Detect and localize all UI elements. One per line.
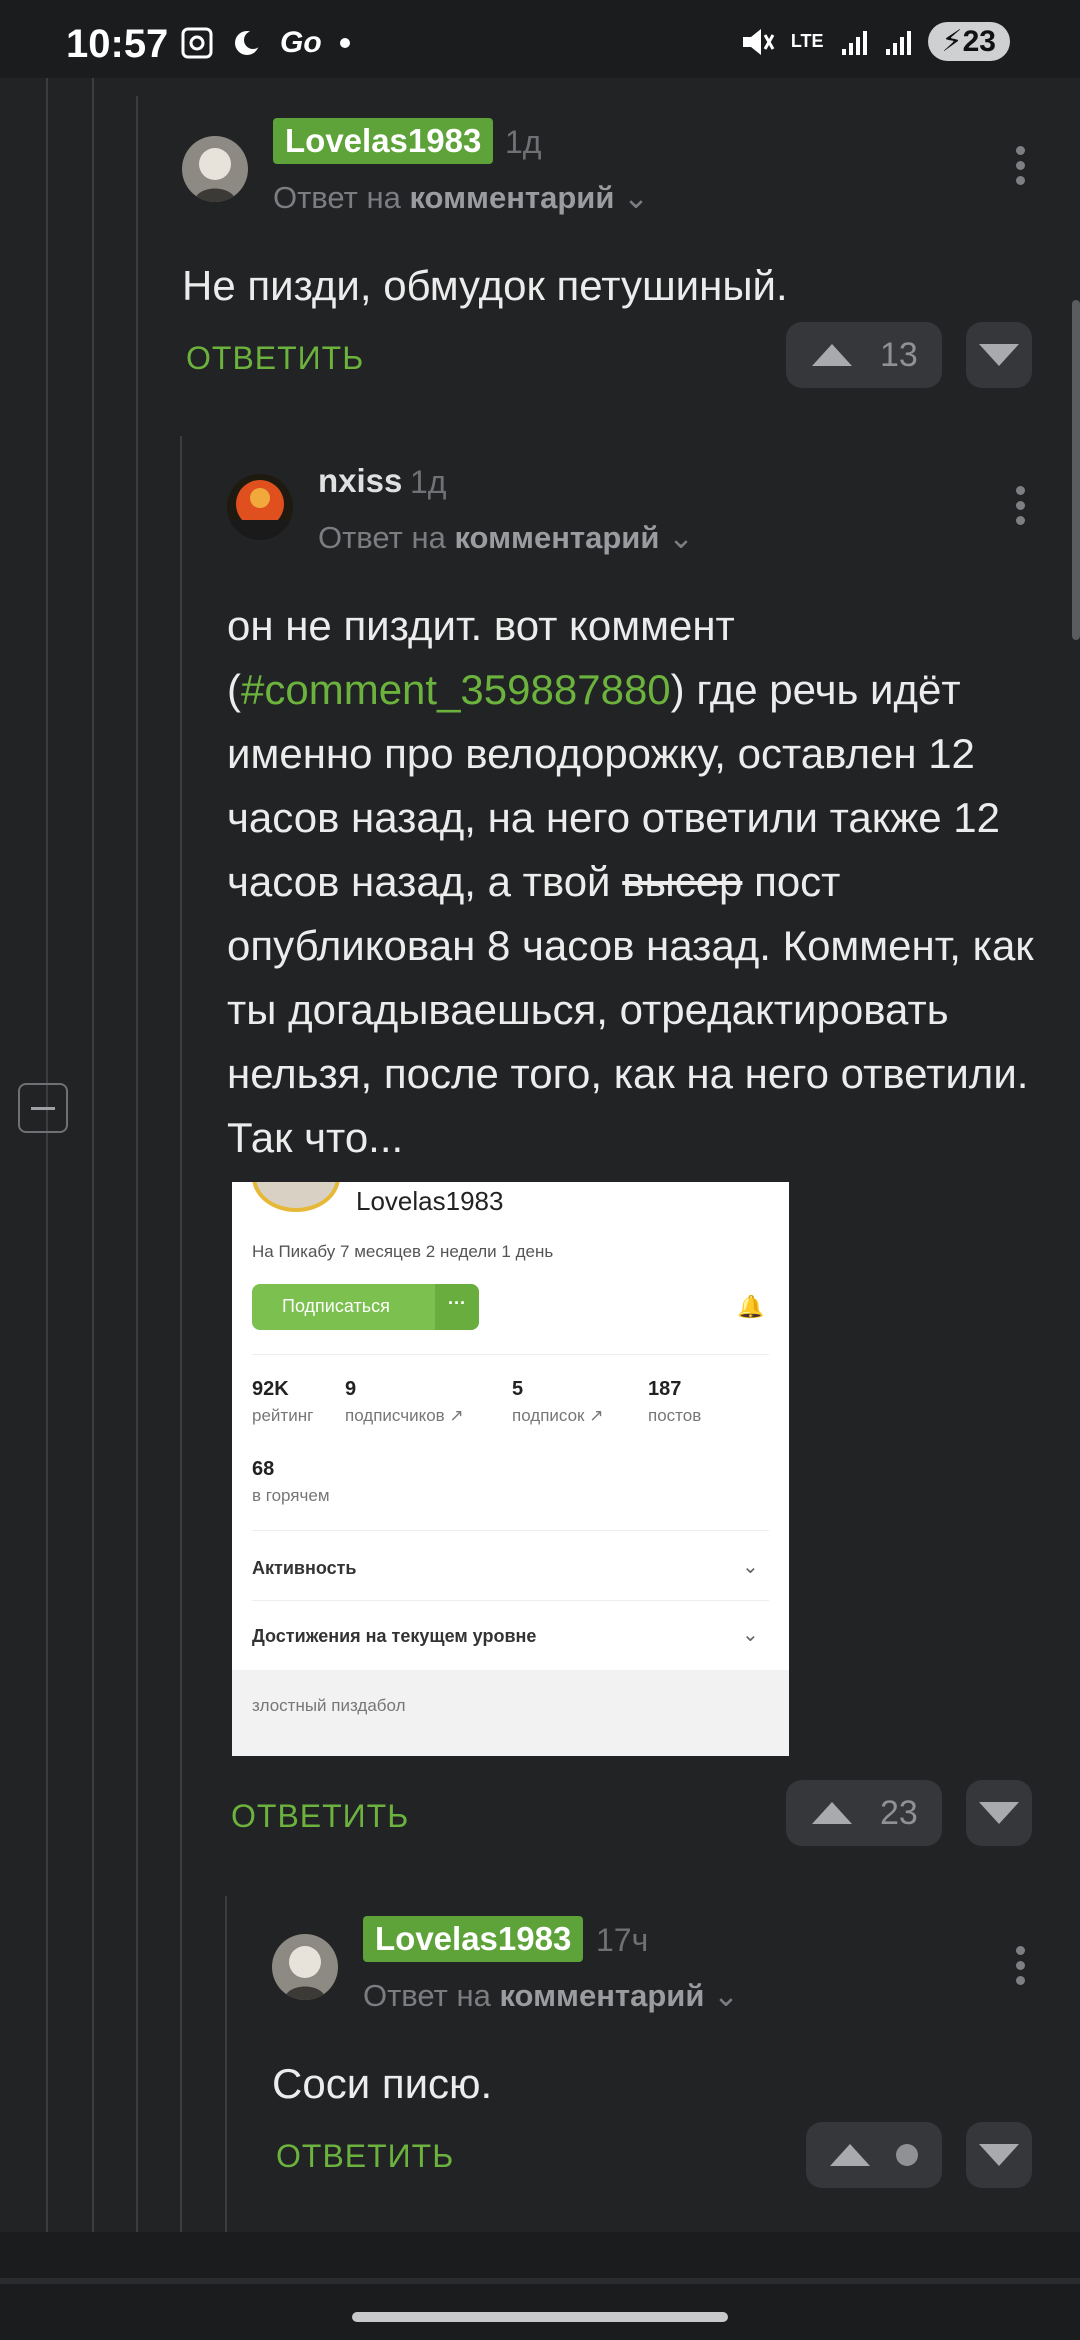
thread-line [136,96,138,2232]
collapse-thread-button[interactable] [18,1083,68,1133]
profile-name: Lovelas1983 [356,1186,504,1216]
upvote-icon [812,1802,852,1824]
moon-icon [235,31,262,55]
stat-value: 9 [345,1378,357,1400]
signal-icon-2 [885,30,911,55]
downvote-icon [979,1802,1019,1824]
reply-button[interactable]: ОТВЕТИТЬ [231,1798,409,1835]
reply-button[interactable]: ОТВЕТИТЬ [276,2138,454,2175]
more-options-icon[interactable] [1016,1946,1026,1991]
profile-avatar [252,1182,340,1212]
battery-level: 23 [962,25,996,58]
reply-to-link[interactable]: Ответ на комментарий ⌄ [363,1978,739,2014]
comment-text: он не пиздит. вот коммент (#comment_3598… [227,602,1034,1161]
profile-note: злостный пиздабол [232,1670,789,1756]
downvote-icon [979,344,1019,366]
vote-count: 13 [880,335,918,374]
navigation-bar [0,2232,1080,2340]
reply-to-link[interactable]: Ответ на комментарий ⌄ [318,520,694,556]
chevron-down-icon: ⌄ [623,180,649,215]
stat-label: в горячем [252,1486,330,1505]
upvote-icon [812,344,852,366]
stat-label: подписок ↗ [512,1406,604,1425]
bell-icon: 🔔 [737,1294,765,1319]
comment-text: Не пизди, обмудок петушиный. [182,262,788,309]
stat-label: рейтинг [252,1406,314,1425]
external-link-icon: ↗ [589,1406,604,1425]
author-name[interactable]: Lovelas1983 [273,118,494,164]
downvote-icon [979,2144,1019,2166]
dot-icon [339,38,350,48]
avatar[interactable] [227,474,293,540]
upvote-icon [830,2144,870,2166]
downvote-button[interactable] [966,2122,1032,2188]
reply-button[interactable]: ОТВЕТИТЬ [186,340,364,377]
stat-value: 187 [648,1378,682,1400]
bottom-strip [0,2278,1080,2284]
status-time: 10:57 [66,22,169,66]
battery-indicator: ⚡23 [927,22,1010,61]
chevron-down-icon: ⌄ [742,1556,759,1578]
screenshot-icon [181,27,213,59]
comment-age: 1д [410,464,447,500]
thread-line [225,1896,227,2232]
more-options-icon[interactable] [1016,146,1026,191]
upvote-button[interactable]: 23 [786,1780,942,1846]
avatar[interactable] [182,136,248,202]
external-link-icon: ↗ [449,1406,464,1425]
comment-age: 1д [505,124,542,160]
subscribe-button: Подписаться ··· [252,1284,479,1330]
comment-age: 17ч [596,1922,649,1958]
comment-text: Соси писю. [272,2060,493,2107]
achievements-row: Достижения на текущем уровне [252,1626,537,1646]
stat-value: 5 [512,1378,524,1400]
stat-value: 92K [252,1378,289,1400]
downvote-button[interactable] [966,322,1032,388]
upvote-button[interactable] [806,2122,942,2188]
upvote-button[interactable]: 13 [786,322,942,388]
chevron-down-icon: ⌄ [742,1624,759,1646]
home-gesture-handle[interactable] [352,2312,728,2322]
more-options-icon[interactable] [1016,486,1026,531]
signal-icon [841,30,867,55]
downvote-button[interactable] [966,1780,1032,1846]
attached-screenshot[interactable]: Lovelas1983 На Пикабу 7 месяцев 2 недели… [232,1182,789,1756]
reply-to-link[interactable]: Ответ на комментарий ⌄ [273,180,649,216]
vote-loading-dot [896,2144,918,2166]
author-name[interactable]: Lovelas1983 [363,1916,584,1962]
comment-link[interactable]: #comment_359887880 [241,666,671,713]
chevron-down-icon: ⌄ [713,1978,739,2013]
more-icon: ··· [435,1284,479,1330]
chevron-down-icon: ⌄ [668,520,694,555]
network-type-label: LTE [790,31,824,51]
thread-line [92,78,94,2232]
profile-since: На Пикабу 7 месяцев 2 недели 1 день [252,1242,554,1261]
stat-label: постов [648,1406,702,1425]
scrollbar[interactable] [1072,300,1080,640]
vote-count: 23 [880,1793,918,1832]
stat-label: подписчиков ↗ [345,1406,464,1425]
status-bar: 10:57 Go LTE ⚡23 [0,0,1080,78]
avatar[interactable] [272,1934,338,2000]
status-system-icons: LTE ⚡23 [739,22,1010,61]
activity-row: Активность [252,1558,357,1578]
status-notification-icons: Go [180,26,350,60]
mute-icon [742,28,775,55]
stat-value: 68 [252,1458,275,1480]
author-name[interactable]: nxiss [318,462,402,500]
thread-line [180,436,182,2232]
thread-line [46,78,48,2232]
go-icon: Go [280,26,322,59]
